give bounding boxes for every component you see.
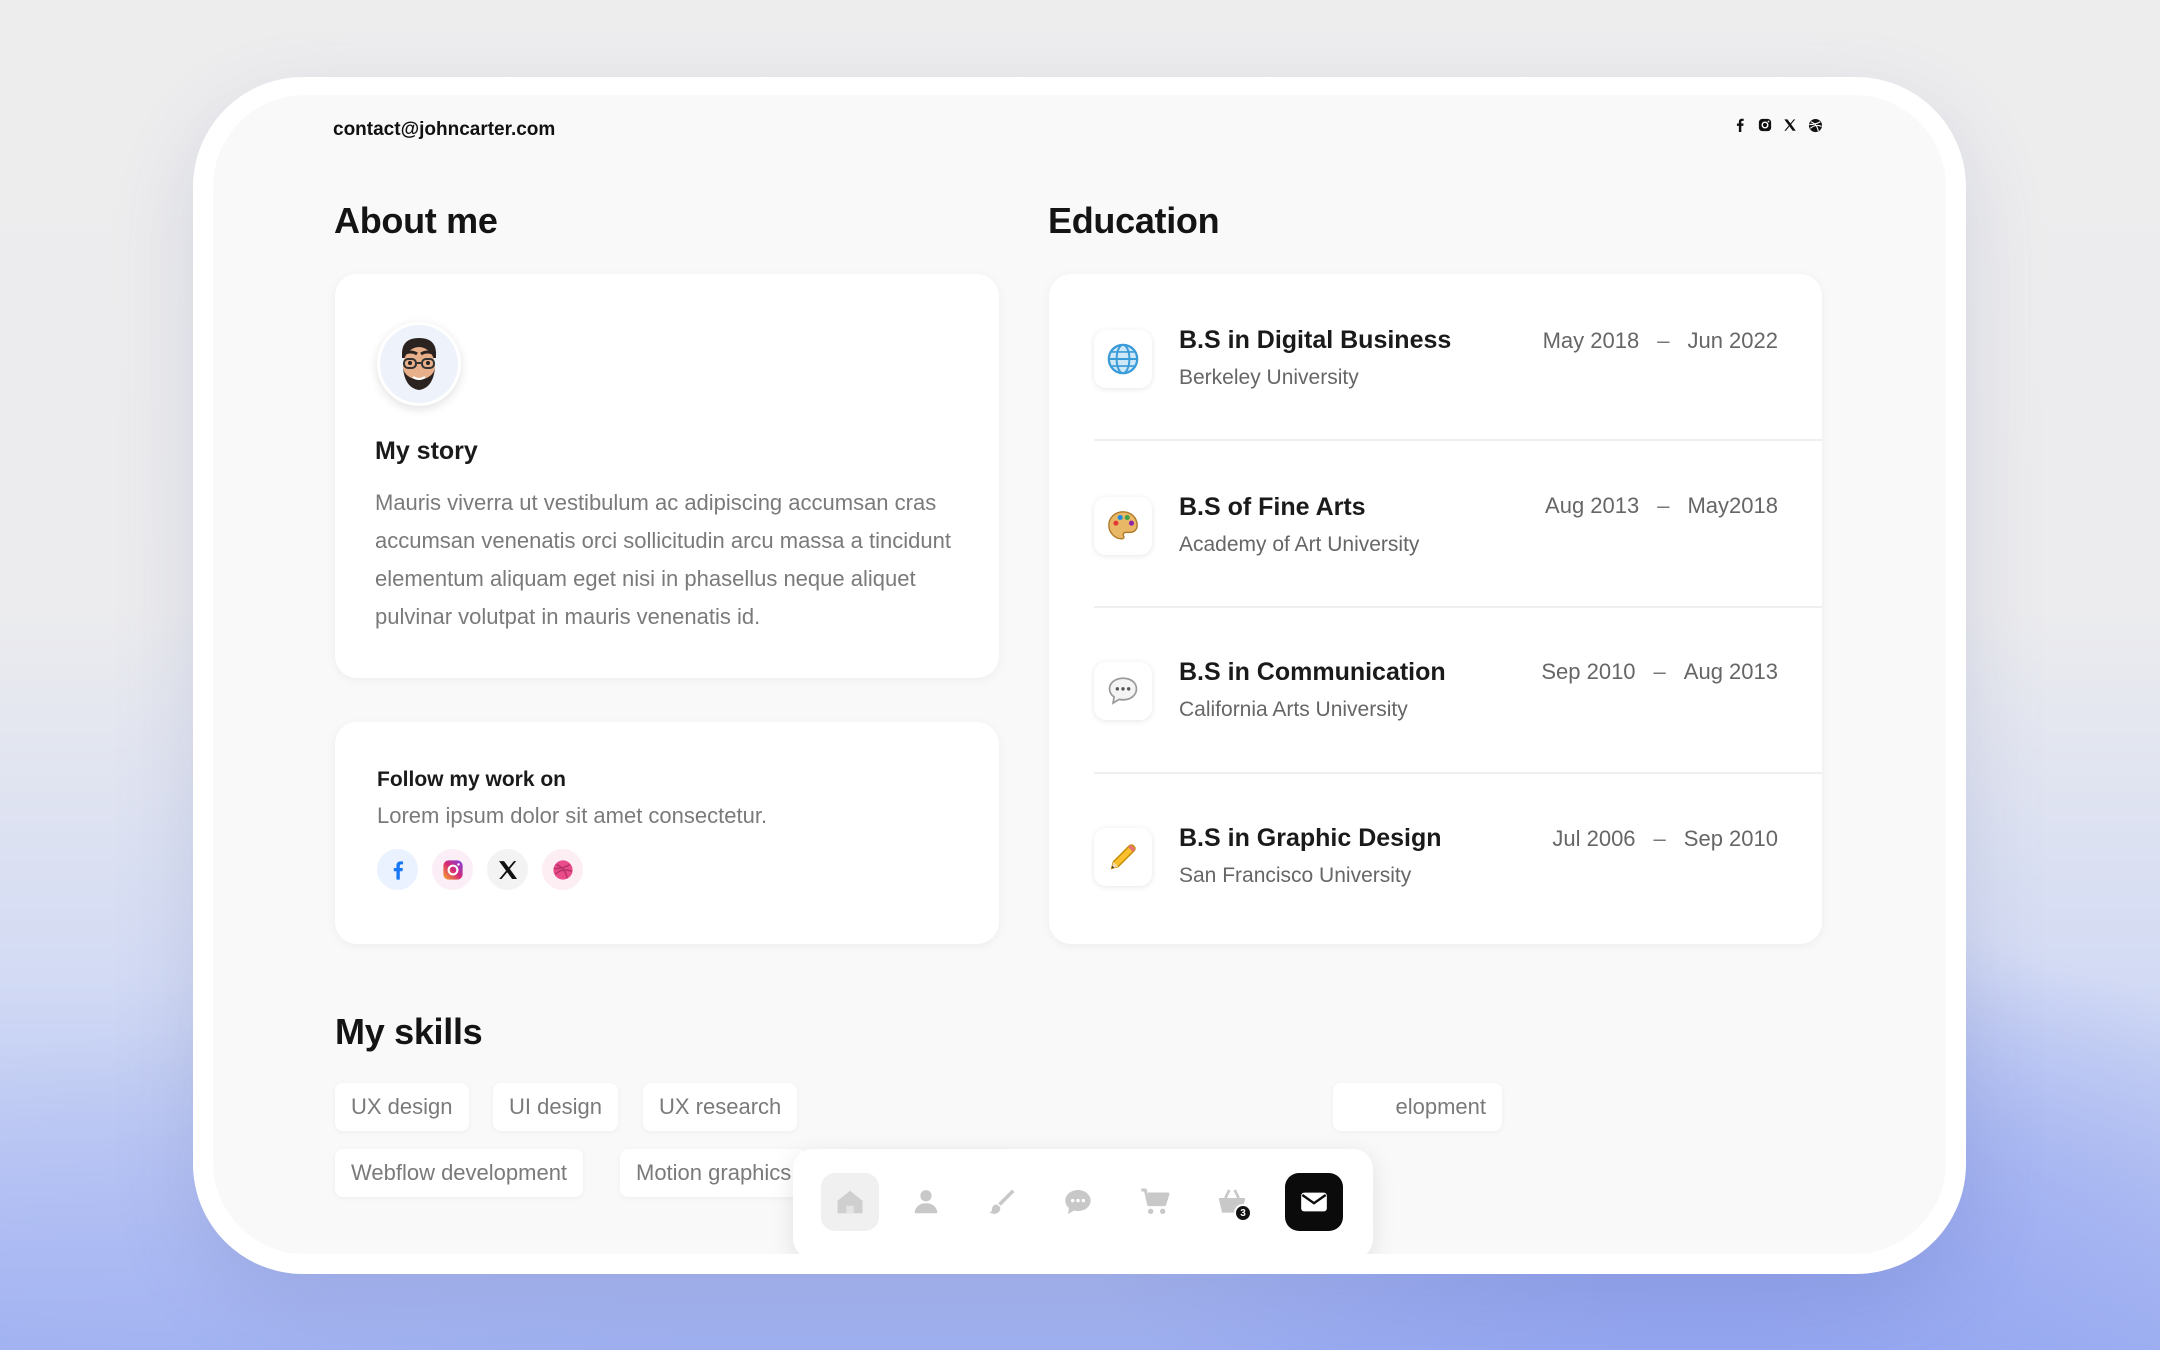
school-name: Academy of Art University: [1179, 533, 1420, 556]
education-item: B.S of Fine Arts Academy of Art Universi…: [1094, 441, 1822, 608]
cart-icon: [1141, 1188, 1170, 1214]
skill-tag: elopment: [1333, 1083, 1502, 1131]
dock: 3: [793, 1149, 1373, 1254]
dock-contact-button[interactable]: [1285, 1173, 1343, 1231]
basket-badge: 3: [1234, 1204, 1252, 1222]
story-card: My story Mauris viverra ut vestibulum ac…: [335, 274, 999, 678]
date-separator: –: [1653, 659, 1666, 684]
story-text: Mauris viverra ut vestibulum ac adipisci…: [375, 490, 951, 629]
dock-portfolio-button[interactable]: [973, 1173, 1031, 1231]
device-frame: contact@johncarter.com About me My story…: [193, 77, 1966, 1274]
start-date: Aug 2013: [1545, 493, 1640, 518]
dock-blog-button[interactable]: [1049, 1173, 1107, 1231]
brush-icon: [989, 1189, 1015, 1214]
follow-social-links: [377, 849, 583, 890]
mail-icon: [1301, 1192, 1327, 1212]
education-card: B.S in Digital Business Berkeley Univers…: [1049, 274, 1822, 944]
date-separator: –: [1653, 826, 1666, 851]
school-name: Berkeley University: [1179, 366, 1359, 389]
instagram-icon[interactable]: [1757, 117, 1773, 133]
about-heading: About me: [334, 200, 498, 241]
start-date: Sep 2010: [1541, 659, 1636, 684]
education-item: B.S in Communication California Arts Uni…: [1094, 608, 1822, 774]
screen: contact@johncarter.com About me My story…: [213, 95, 1946, 1254]
school-name: California Arts University: [1179, 698, 1408, 721]
skill-tag: UX design: [335, 1083, 469, 1131]
follow-text: Lorem ipsum dolor sit amet consectetur.: [377, 803, 768, 828]
dribbble-icon[interactable]: [1807, 117, 1823, 133]
avatar: [377, 322, 461, 406]
dock-home-button[interactable]: [821, 1173, 879, 1231]
skill-tag: Motion graphics: [620, 1149, 808, 1197]
start-date: May 2018: [1542, 328, 1640, 353]
skills-heading: My skills: [335, 1011, 483, 1052]
skill-tag: UI design: [493, 1083, 618, 1131]
skill-tag: Webflow development: [335, 1149, 584, 1197]
facebook-icon[interactable]: [377, 849, 418, 890]
follow-card: Follow my work on Lorem ipsum dolor sit …: [335, 722, 999, 944]
header-social-links: [1732, 117, 1823, 133]
degree-title: B.S of Fine Arts: [1179, 493, 1366, 521]
dribbble-icon[interactable]: [542, 849, 583, 890]
story-title: My story: [375, 437, 478, 465]
date-range: Sep 2010 – Aug 2013: [1541, 659, 1778, 685]
end-date: Aug 2013: [1683, 659, 1778, 684]
date-range: May 2018 – Jun 2022: [1543, 328, 1778, 354]
speech-bubble-icon: [1094, 662, 1152, 720]
degree-title: B.S in Graphic Design: [1179, 824, 1442, 852]
date-separator: –: [1657, 328, 1670, 353]
facebook-icon[interactable]: [1732, 117, 1748, 133]
x-icon[interactable]: [1782, 117, 1798, 133]
education-item: B.S in Graphic Design San Francisco Univ…: [1094, 774, 1822, 944]
date-range: Jul 2006 – Sep 2010: [1552, 826, 1778, 852]
date-separator: –: [1657, 493, 1670, 518]
skill-tag: UX research: [643, 1083, 798, 1131]
palette-icon: [1094, 497, 1152, 555]
user-icon: [914, 1190, 938, 1214]
end-date: Jun 2022: [1687, 328, 1778, 353]
degree-title: B.S in Digital Business: [1179, 326, 1452, 354]
pencil-icon: [1094, 828, 1152, 886]
follow-title: Follow my work on: [377, 768, 567, 791]
home-icon: [837, 1190, 863, 1214]
education-item: B.S in Digital Business Berkeley Univers…: [1094, 274, 1822, 441]
dock-about-button[interactable]: [897, 1173, 955, 1231]
education-heading: Education: [1048, 200, 1220, 241]
globe-icon: [1094, 330, 1152, 388]
contact-email[interactable]: contact@johncarter.com: [333, 119, 555, 141]
date-range: Aug 2013 – May2018: [1545, 493, 1778, 519]
avatar-face-icon: [402, 338, 436, 390]
degree-title: B.S in Communication: [1179, 658, 1446, 686]
dock-basket-button[interactable]: 3: [1203, 1173, 1261, 1231]
school-name: San Francisco University: [1179, 864, 1412, 887]
x-icon[interactable]: [487, 849, 528, 890]
chat-icon: [1065, 1190, 1091, 1214]
start-date: Jul 2006: [1552, 826, 1636, 851]
end-date: May2018: [1687, 493, 1778, 518]
end-date: Sep 2010: [1683, 826, 1778, 851]
dock-shop-button[interactable]: [1127, 1173, 1185, 1231]
instagram-icon[interactable]: [432, 849, 473, 890]
